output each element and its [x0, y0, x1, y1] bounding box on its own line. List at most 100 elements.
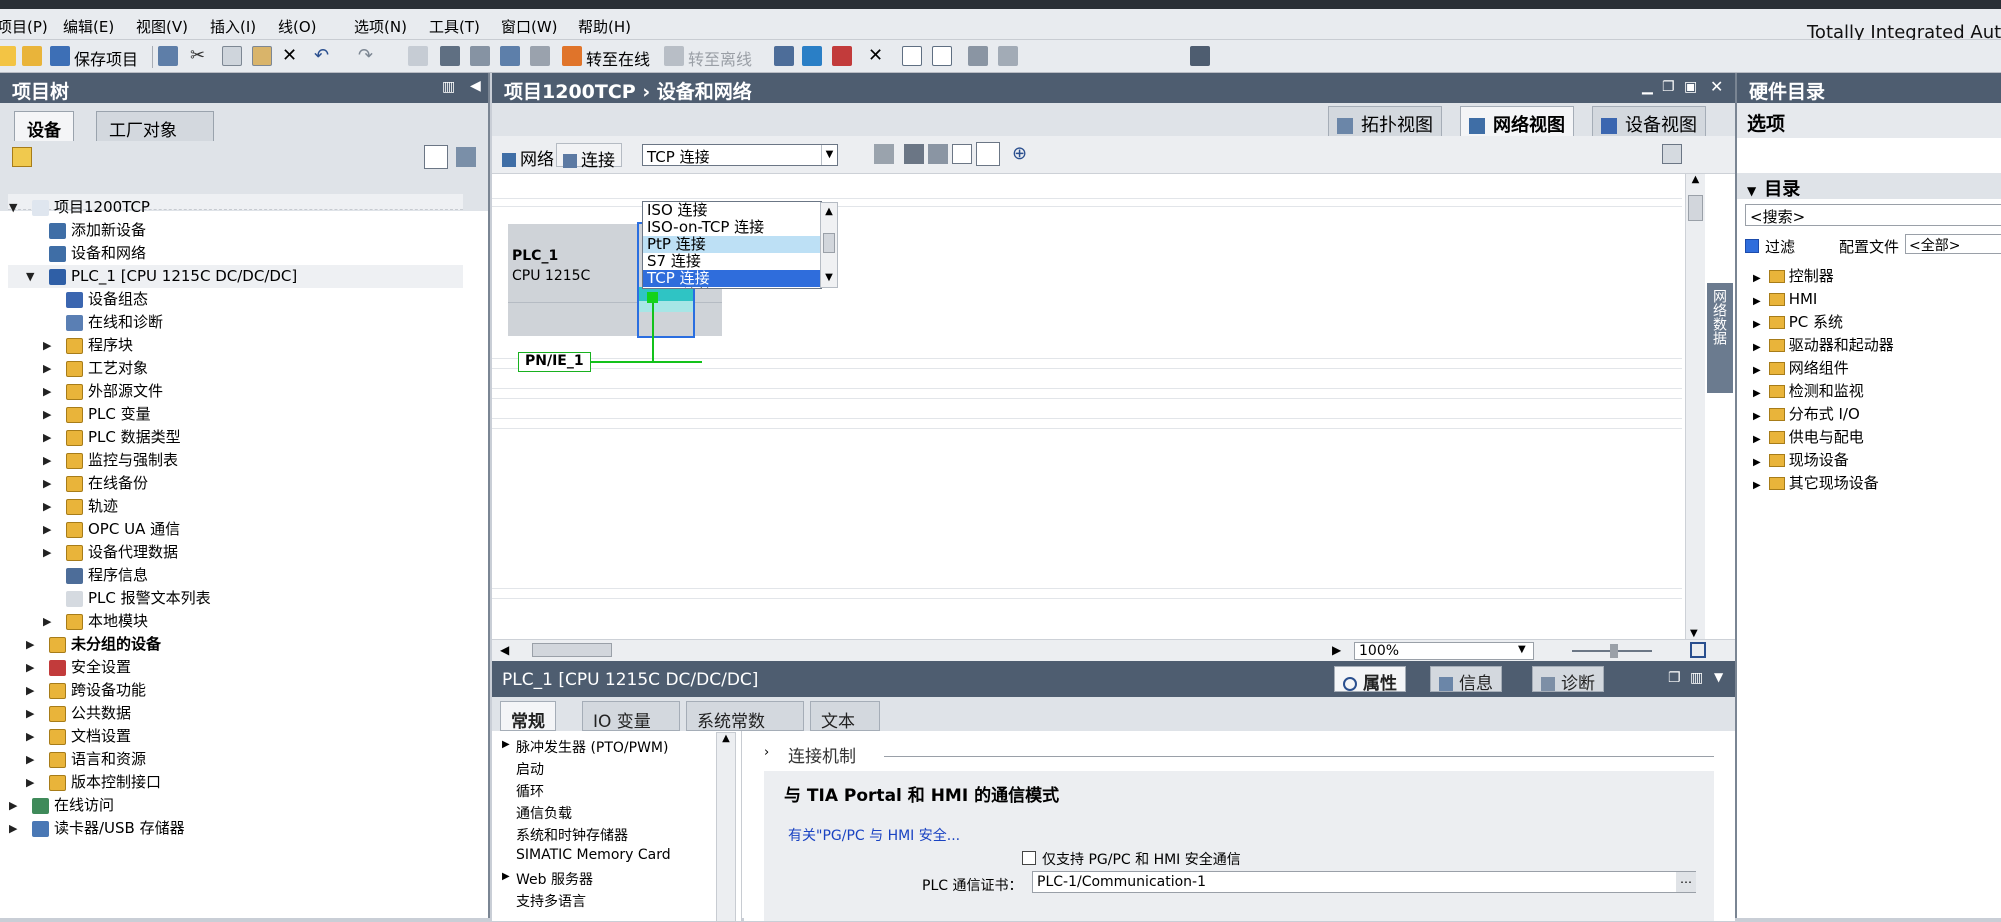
menu-view[interactable]: 视图(V) — [136, 16, 188, 37]
menu-tools[interactable]: 工具(T) — [429, 16, 480, 37]
catalog-item[interactable]: ▶ 网络组件 — [1753, 357, 1849, 380]
menu-project[interactable]: 项目(P) — [0, 16, 48, 37]
canvas-vertical-scrollbar[interactable]: ▲ ▼ — [1685, 174, 1705, 639]
inspector-nav-item[interactable]: 通信负载 — [516, 803, 572, 823]
section-chevron-icon[interactable]: › — [764, 745, 769, 760]
scroll-thumb[interactable] — [823, 233, 835, 253]
tab-system-constants[interactable]: 系统常数 — [686, 701, 804, 732]
clear-icon[interactable] — [998, 46, 1018, 66]
tree-item[interactable]: 程序信息 — [8, 564, 463, 587]
tree-item[interactable]: ▶ 轨迹 — [8, 495, 463, 518]
menu-help[interactable]: 帮助(H) — [578, 16, 631, 37]
dropdown-option[interactable]: ISO 连接 — [643, 202, 821, 219]
inspector-nav-item[interactable]: 系统和时钟存储器 — [516, 825, 628, 845]
catalog-item[interactable]: ▶ 控制器 — [1753, 265, 1834, 288]
menu-online[interactable]: 线(O) — [278, 16, 317, 37]
inspector-nav-scrollbar[interactable]: ▲ — [716, 732, 736, 922]
expand-closed-icon[interactable]: ▶ — [26, 656, 36, 679]
canvas-horizontal-scrollbar[interactable]: ◀ ▶ 100% ▼ — [492, 639, 1735, 661]
scroll-right-icon[interactable]: ▶ — [1332, 643, 1341, 657]
expand-closed-icon[interactable]: ▶ — [43, 541, 53, 564]
cert-field[interactable]: PLC-1/Communication-1 — [1032, 871, 1696, 893]
scroll-up-icon[interactable]: ▲ — [717, 733, 735, 744]
expand-closed-icon[interactable]: ▶ — [26, 702, 36, 725]
inspector-nav-item[interactable]: SIMATIC Memory Card — [516, 847, 671, 863]
tab-io-tags[interactable]: IO 变量 — [582, 701, 680, 732]
tree-item[interactable]: ▶ 外部源文件 — [8, 380, 463, 403]
tree-item[interactable]: 添加新设备 — [8, 219, 463, 242]
inspector-nav-item[interactable]: 启动 — [516, 759, 544, 779]
tree-item[interactable]: 设备和网络 — [8, 242, 463, 265]
network-data-side-tab[interactable]: 网络数据 — [1707, 283, 1733, 393]
fit-view-icon[interactable] — [1690, 642, 1706, 658]
compile-icon[interactable] — [500, 46, 520, 66]
tab-texts[interactable]: 文本 — [810, 701, 880, 732]
tree-item[interactable]: ▶ 语言和资源 — [8, 748, 463, 771]
accessible-devices-icon[interactable] — [774, 46, 794, 66]
connection-type-select[interactable]: TCP 连接 ▼ — [642, 144, 838, 166]
cross-reference-icon[interactable] — [968, 46, 988, 66]
menu-insert[interactable]: 插入(I) — [210, 16, 256, 37]
secure-comm-checkbox[interactable] — [1022, 851, 1036, 865]
zoom-slider-thumb[interactable] — [1610, 644, 1618, 658]
layout-icon[interactable] — [976, 142, 1000, 166]
catalog-item[interactable]: ▶ 其它现场设备 — [1753, 472, 1879, 495]
maximize-editor-icon[interactable]: ▣ — [1684, 79, 1697, 95]
tab-topology-view[interactable]: 拓扑视图 — [1328, 106, 1442, 136]
tree-item[interactable]: ▶ 程序块 — [8, 334, 463, 357]
upload-icon[interactable] — [470, 46, 490, 66]
tree-item[interactable]: ▶ 未分组的设备 — [8, 633, 463, 656]
network-canvas[interactable]: PLC_1 CPU 1215C PN/IE_1 ISO 连接 ISO-on-TCP… — [492, 174, 1682, 639]
tree-item[interactable]: ▶ PLC 数据类型 — [8, 426, 463, 449]
tab-plant-objects[interactable]: 工厂对象 — [96, 111, 214, 141]
tree-item[interactable]: ▼ PLC_1 [CPU 1215C DC/DC/DC] — [8, 265, 463, 288]
split-horizontal-icon[interactable] — [902, 46, 922, 66]
dropdown-scrollbar[interactable]: ▲ ▼ — [820, 202, 838, 288]
new-project-icon[interactable] — [0, 46, 16, 66]
split-vertical-icon[interactable] — [932, 46, 952, 66]
expand-closed-icon[interactable]: ▶ — [43, 518, 53, 541]
catalog-item[interactable]: ▶ PC 系统 — [1753, 311, 1843, 334]
tree-item[interactable]: 在线和诊断 — [8, 311, 463, 334]
scroll-thumb[interactable] — [1688, 195, 1703, 221]
table-icon[interactable] — [928, 144, 948, 164]
scroll-down-icon[interactable]: ▼ — [821, 269, 837, 287]
save-project-button[interactable]: 保存项目 — [74, 46, 138, 70]
expand-closed-icon[interactable]: ▶ — [43, 380, 53, 403]
start-cpu-icon[interactable] — [802, 46, 822, 66]
float-editor-icon[interactable]: ❐ — [1662, 79, 1675, 95]
catalog-item[interactable]: ▶ 分布式 I/O — [1753, 403, 1860, 426]
stop-cpu-icon[interactable] — [832, 46, 852, 66]
tree-item[interactable]: ▶ 在线备份 — [8, 472, 463, 495]
dropdown-option[interactable]: ISO-on-TCP 连接 — [643, 219, 821, 236]
tree-item[interactable]: 设备组态 — [8, 288, 463, 311]
tree-item[interactable]: ▼ 项目1200TCP — [8, 196, 463, 219]
dropdown-option[interactable]: TCP 连接 — [643, 270, 821, 287]
inspector-nav-item[interactable]: 循环 — [516, 781, 544, 801]
minimize-editor-icon[interactable]: ▁ — [1642, 79, 1653, 95]
expand-closed-icon[interactable]: ▶ — [26, 725, 36, 748]
tree-item[interactable]: ▶ OPC UA 通信 — [8, 518, 463, 541]
cut-icon[interactable]: ✂ — [190, 46, 210, 66]
expand-closed-icon[interactable]: ▶ — [26, 771, 36, 794]
scroll-thumb[interactable] — [532, 643, 612, 657]
tree-item[interactable]: PLC 报警文本列表 — [8, 587, 463, 610]
add-icon[interactable] — [12, 147, 32, 167]
details-view-icon[interactable] — [424, 145, 448, 169]
expand-closed-icon[interactable]: ▶ — [43, 357, 53, 380]
menu-options[interactable]: 选项(N) — [354, 16, 407, 37]
overview-icon[interactable] — [1662, 144, 1682, 164]
tree-item[interactable]: ▶ 工艺对象 — [8, 357, 463, 380]
tree-item[interactable]: ▶ PLC 变量 — [8, 403, 463, 426]
search-go-icon[interactable] — [1190, 46, 1210, 66]
tree-item[interactable]: ▶ 公共数据 — [8, 702, 463, 725]
collapse-left-icon[interactable]: ◀ — [470, 78, 481, 94]
expand-closed-icon[interactable]: ▶ — [9, 817, 19, 840]
scroll-left-icon[interactable]: ◀ — [500, 643, 509, 657]
expand-closed-icon[interactable]: ▶ — [43, 403, 53, 426]
tab-info[interactable]: 信息 — [1430, 666, 1502, 694]
catalog-item[interactable]: ▶ 驱动器和起动器 — [1753, 334, 1894, 357]
tab-network-view[interactable]: 网络视图 — [1460, 106, 1574, 136]
profinet-port[interactable] — [647, 292, 658, 303]
menu-window[interactable]: 窗口(W) — [501, 16, 558, 37]
